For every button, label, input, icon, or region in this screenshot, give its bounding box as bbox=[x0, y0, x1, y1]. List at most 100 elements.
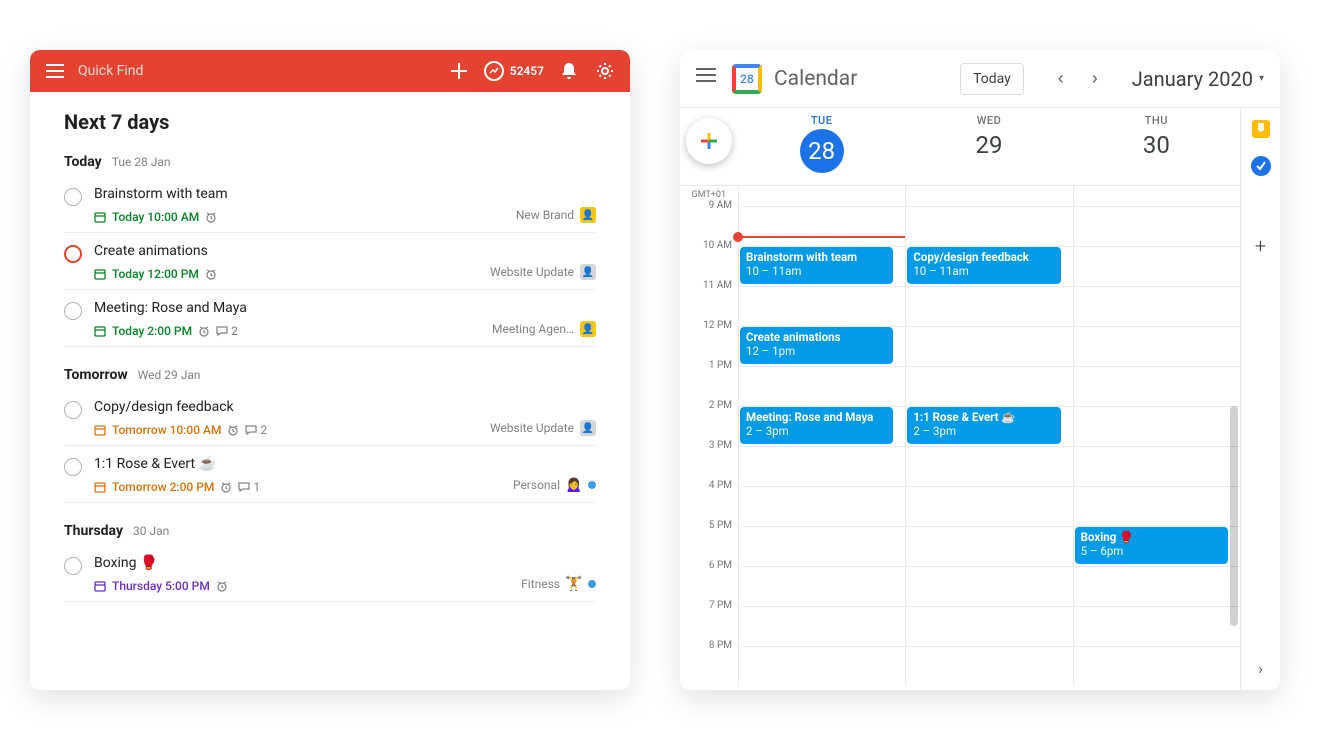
hour-label: 7 PM bbox=[680, 600, 732, 611]
add-task-icon[interactable] bbox=[448, 60, 470, 82]
notifications-icon[interactable] bbox=[558, 60, 580, 82]
task-time: Today 2:00 PM bbox=[112, 324, 192, 338]
comments-count[interactable]: 2 bbox=[216, 324, 238, 338]
project-name: Website Update bbox=[490, 265, 574, 279]
tasks-icon[interactable] bbox=[1251, 156, 1271, 176]
task-name: Meeting: Rose and Maya bbox=[94, 300, 484, 320]
menu-icon[interactable] bbox=[696, 67, 720, 91]
calendar-event[interactable]: Copy/design feedback10 – 11am bbox=[907, 247, 1060, 284]
settings-icon[interactable] bbox=[594, 60, 616, 82]
menu-icon[interactable] bbox=[44, 60, 66, 82]
event-time: 10 – 11am bbox=[913, 264, 1054, 278]
dow-label: THU bbox=[1073, 114, 1240, 127]
task-name: Copy/design feedback bbox=[94, 399, 482, 419]
task-row[interactable]: 1:1 Rose & Evert ☕ Tomorrow 2:00 PM 1 Pe… bbox=[64, 446, 596, 503]
project-dot bbox=[588, 580, 596, 588]
task-meta: Tomorrow 2:00 PM 1 bbox=[94, 480, 505, 494]
calendar-grid[interactable]: 9 AM10 AM11 AM12 PM1 PM2 PM3 PM4 PM5 PM6… bbox=[680, 186, 1240, 686]
hour-label: 2 PM bbox=[680, 400, 732, 411]
calendar-event[interactable]: Meeting: Rose and Maya2 – 3pm bbox=[740, 407, 893, 444]
event-title: Meeting: Rose and Maya bbox=[746, 410, 887, 424]
todoist-panel: Quick Find 52457 Next 7 days TodayTue 28… bbox=[30, 50, 630, 690]
karma-score[interactable]: 52457 bbox=[484, 61, 544, 81]
hour-line bbox=[738, 286, 1240, 287]
task-row[interactable]: Boxing 🥊 Thursday 5:00 PM Fitness🏋️ bbox=[64, 545, 596, 602]
day-column-header[interactable]: WED29 bbox=[905, 108, 1072, 185]
calendar-event[interactable]: Brainstorm with team10 – 11am bbox=[740, 247, 893, 284]
calendar-logo: 28 bbox=[732, 64, 762, 94]
hour-line bbox=[738, 206, 1240, 207]
task-checkbox[interactable] bbox=[64, 458, 82, 476]
day-number: 30 bbox=[1073, 131, 1240, 159]
assignee-avatar: 👤 bbox=[580, 420, 596, 436]
project-name: Meeting Agen… bbox=[492, 322, 574, 336]
comments-count[interactable]: 1 bbox=[238, 480, 260, 494]
day-label: Today bbox=[64, 154, 102, 170]
task-project[interactable]: Website Update👤 bbox=[490, 420, 596, 436]
alarm-icon bbox=[205, 211, 217, 223]
event-time: 2 – 3pm bbox=[746, 424, 887, 438]
column-border bbox=[905, 186, 906, 686]
task-checkbox[interactable] bbox=[64, 302, 82, 320]
calendar-icon bbox=[94, 325, 106, 337]
add-addon-icon[interactable]: + bbox=[1255, 234, 1266, 258]
next-button[interactable]: › bbox=[1080, 64, 1110, 94]
google-calendar-panel: 28 Calendar Today ‹ › January 2020 ▾ bbox=[680, 50, 1280, 690]
task-project[interactable]: Website Update 👤 bbox=[490, 264, 596, 280]
month-label: January 2020 bbox=[1132, 67, 1253, 91]
project-dot bbox=[588, 481, 596, 489]
task-checkbox[interactable] bbox=[64, 188, 82, 206]
scrollbar[interactable] bbox=[1230, 406, 1238, 626]
day-column-header[interactable]: TUE28 bbox=[738, 108, 905, 185]
task-row[interactable]: Brainstorm with team Today 10:00 AM New … bbox=[64, 176, 596, 233]
hour-line bbox=[738, 366, 1240, 367]
calendar-icon bbox=[94, 424, 106, 436]
prev-button[interactable]: ‹ bbox=[1046, 64, 1076, 94]
alarm-icon bbox=[198, 325, 210, 337]
app-title: Calendar bbox=[774, 67, 857, 91]
task-row[interactable]: Copy/design feedback Tomorrow 10:00 AM 2… bbox=[64, 389, 596, 446]
hour-label: 3 PM bbox=[680, 440, 732, 451]
event-title: Brainstorm with team bbox=[746, 250, 887, 264]
alarm-icon bbox=[220, 481, 232, 493]
date-label: Tue 28 Jan bbox=[112, 155, 171, 169]
calendar-event[interactable]: Boxing 🥊5 – 6pm bbox=[1075, 527, 1228, 564]
today-button[interactable]: Today bbox=[960, 63, 1024, 95]
create-event-fab[interactable] bbox=[686, 118, 732, 164]
task-time: Today 12:00 PM bbox=[112, 267, 199, 281]
task-project[interactable]: New Brand👤 bbox=[516, 207, 596, 223]
event-time: 5 – 6pm bbox=[1081, 544, 1222, 558]
day-column-header[interactable]: THU 30 bbox=[1073, 108, 1240, 185]
assignee-avatar: 👤 bbox=[580, 207, 596, 223]
date-label: Wed 29 Jan bbox=[138, 368, 201, 382]
task-checkbox[interactable] bbox=[64, 557, 82, 575]
alarm-icon bbox=[216, 580, 228, 592]
task-time: Tomorrow 2:00 PM bbox=[112, 480, 214, 494]
comments-count[interactable]: 2 bbox=[245, 423, 267, 437]
task-project[interactable]: Meeting Agen…👤 bbox=[492, 321, 596, 337]
collapse-side-icon[interactable]: › bbox=[1258, 659, 1263, 678]
hour-label: 11 AM bbox=[680, 280, 732, 291]
task-project[interactable]: Fitness🏋️ bbox=[521, 576, 596, 592]
gcal-header: 28 Calendar Today ‹ › January 2020 ▾ bbox=[680, 50, 1280, 108]
task-row[interactable]: Meeting: Rose and Maya Today 2:00 PM 2 M… bbox=[64, 290, 596, 347]
month-picker[interactable]: January 2020 ▾ bbox=[1132, 67, 1264, 91]
task-checkbox[interactable] bbox=[64, 245, 82, 263]
hour-line bbox=[738, 486, 1240, 487]
task-checkbox[interactable] bbox=[64, 401, 82, 419]
assignee-avatar: 👤 bbox=[580, 264, 596, 280]
task-row[interactable]: Create animations Today 12:00 PM Website… bbox=[64, 233, 596, 290]
hour-line bbox=[738, 446, 1240, 447]
alarm-icon bbox=[227, 424, 239, 436]
day-label: Thursday bbox=[64, 523, 123, 539]
hour-label: 8 PM bbox=[680, 640, 732, 651]
task-project[interactable]: Personal🙍‍♀️ bbox=[513, 477, 596, 493]
search-input[interactable]: Quick Find bbox=[78, 63, 448, 79]
keep-icon[interactable] bbox=[1252, 120, 1270, 138]
hour-label: 5 PM bbox=[680, 520, 732, 531]
calendar-event[interactable]: Create animations12 – 1pm bbox=[740, 327, 893, 364]
calendar-event[interactable]: 1:1 Rose & Evert ☕2 – 3pm bbox=[907, 407, 1060, 444]
project-name: Fitness bbox=[521, 577, 560, 591]
event-title: Boxing 🥊 bbox=[1081, 530, 1222, 544]
task-time: Tomorrow 10:00 AM bbox=[112, 423, 221, 437]
